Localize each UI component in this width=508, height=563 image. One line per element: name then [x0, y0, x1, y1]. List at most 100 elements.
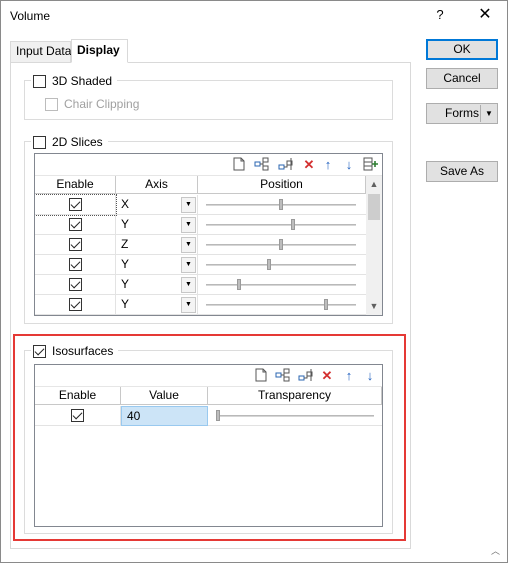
slices-header-enable[interactable]: Enable: [35, 176, 116, 194]
table-row[interactable]: Y ▼: [35, 255, 366, 275]
add-column-icon[interactable]: [363, 157, 379, 173]
enable-checkbox[interactable]: [69, 238, 82, 251]
axis-cell[interactable]: Y ▼: [116, 275, 198, 295]
slices-grid-toolbar: ✕ ↑ ↓: [35, 154, 382, 176]
table-row[interactable]: 40: [35, 406, 382, 426]
value-cell[interactable]: 40: [121, 406, 208, 426]
isosurfaces-checkbox[interactable]: [33, 344, 46, 358]
axis-cell[interactable]: X ▼: [116, 195, 198, 215]
enable-cell[interactable]: [35, 275, 116, 295]
delete-row-icon[interactable]: [278, 157, 294, 173]
iso-header-transparency[interactable]: Transparency: [208, 387, 382, 405]
insert-icon[interactable]: [275, 368, 291, 384]
delete-row-icon[interactable]: [298, 368, 314, 384]
slices-label: 2D Slices: [52, 135, 103, 149]
enable-cell[interactable]: [35, 255, 116, 275]
enable-checkbox[interactable]: [71, 409, 84, 422]
table-row[interactable]: Y ▼: [35, 275, 366, 295]
enable-checkbox[interactable]: [69, 298, 82, 311]
window-title: Volume: [10, 9, 51, 23]
axis-cell[interactable]: Y ▼: [116, 215, 198, 235]
ok-button[interactable]: OK: [426, 39, 498, 60]
position-slider-thumb[interactable]: [267, 259, 271, 270]
table-row[interactable]: X ▼: [35, 194, 366, 216]
scrollbar-thumb[interactable]: [368, 194, 380, 220]
chevron-down-icon[interactable]: ▼: [181, 237, 196, 253]
position-cell[interactable]: [198, 275, 366, 295]
chevron-down-icon[interactable]: ▼: [181, 257, 196, 273]
chevron-down-icon[interactable]: ▼: [181, 297, 196, 313]
transparency-slider-thumb[interactable]: [216, 410, 220, 421]
collapse-icon[interactable]: ︿: [491, 544, 500, 557]
save-as-button[interactable]: Save As: [426, 161, 498, 182]
shaded-checkbox[interactable]: [33, 74, 46, 88]
tab-display[interactable]: Display: [71, 39, 128, 63]
enable-cell[interactable]: [35, 194, 117, 216]
chevron-down-icon[interactable]: ▼: [181, 217, 196, 233]
enable-checkbox[interactable]: [69, 278, 82, 291]
position-cell[interactable]: [198, 295, 366, 315]
scroll-down-icon[interactable]: ▼: [366, 298, 382, 315]
new-icon[interactable]: [231, 157, 247, 173]
position-slider-thumb[interactable]: [291, 219, 295, 230]
transparency-slider-track[interactable]: [216, 415, 374, 417]
position-cell[interactable]: [198, 235, 366, 255]
position-slider-thumb[interactable]: [279, 199, 283, 210]
chair-clipping-checkbox[interactable]: [45, 97, 58, 111]
enable-checkbox[interactable]: [69, 198, 82, 211]
delete-icon[interactable]: ✕: [319, 368, 335, 384]
enable-cell[interactable]: [35, 235, 116, 255]
axis-cell[interactable]: Z ▼: [116, 235, 198, 255]
chevron-down-icon[interactable]: ▼: [181, 277, 196, 293]
enable-cell[interactable]: [35, 295, 116, 315]
position-slider-track[interactable]: [206, 304, 356, 306]
table-row[interactable]: Z ▼: [35, 235, 366, 255]
isosurfaces-legend: Isosurfaces: [31, 343, 119, 359]
table-row[interactable]: Y ▼: [35, 295, 366, 315]
enable-cell[interactable]: [35, 406, 121, 426]
position-cell[interactable]: [198, 215, 366, 235]
slices-header-axis[interactable]: Axis: [116, 176, 198, 194]
axis-cell[interactable]: Y ▼: [116, 255, 198, 275]
cancel-button[interactable]: Cancel: [426, 68, 498, 89]
enable-checkbox[interactable]: [69, 218, 82, 231]
scroll-up-icon[interactable]: ▲: [366, 176, 382, 193]
new-icon[interactable]: [253, 368, 269, 384]
position-slider-thumb[interactable]: [279, 239, 283, 250]
position-slider-track[interactable]: [206, 264, 356, 266]
help-button[interactable]: ?: [432, 4, 448, 26]
enable-cell[interactable]: [35, 215, 116, 235]
transparency-cell[interactable]: [208, 406, 382, 426]
enable-checkbox[interactable]: [69, 258, 82, 271]
slices-vertical-scrollbar[interactable]: ▲ ▼: [366, 176, 382, 315]
iso-header-value[interactable]: Value: [121, 387, 208, 405]
close-button[interactable]: ✕: [476, 4, 494, 26]
axis-value: Y: [121, 217, 130, 231]
table-row[interactable]: Y ▼: [35, 215, 366, 235]
position-slider-track[interactable]: [206, 284, 356, 286]
position-cell[interactable]: [198, 195, 366, 215]
chevron-down-icon[interactable]: ▼: [181, 197, 196, 213]
move-down-icon[interactable]: ↓: [341, 157, 357, 173]
position-slider-track[interactable]: [206, 224, 356, 226]
axis-cell[interactable]: Y ▼: [116, 295, 198, 315]
slices-checkbox[interactable]: [33, 135, 46, 149]
axis-value: Y: [121, 277, 130, 291]
position-slider-thumb[interactable]: [324, 299, 328, 310]
delete-icon[interactable]: ✕: [301, 157, 317, 173]
chair-clipping-label: Chair Clipping: [64, 97, 140, 111]
axis-value: Z: [121, 237, 129, 251]
iso-header-enable[interactable]: Enable: [35, 387, 121, 405]
chevron-down-icon[interactable]: ▼: [482, 105, 496, 122]
shaded-label: 3D Shaded: [52, 74, 113, 88]
move-down-icon[interactable]: ↓: [362, 368, 378, 384]
insert-icon[interactable]: [254, 157, 270, 173]
tab-input-data[interactable]: Input Data: [10, 41, 71, 62]
value-text: 40: [127, 409, 141, 423]
slices-header-position[interactable]: Position: [198, 176, 366, 194]
move-up-icon[interactable]: ↑: [320, 157, 336, 173]
move-up-icon[interactable]: ↑: [341, 368, 357, 384]
isosurfaces-label: Isosurfaces: [52, 344, 114, 358]
position-cell[interactable]: [198, 255, 366, 275]
position-slider-thumb[interactable]: [237, 279, 241, 290]
